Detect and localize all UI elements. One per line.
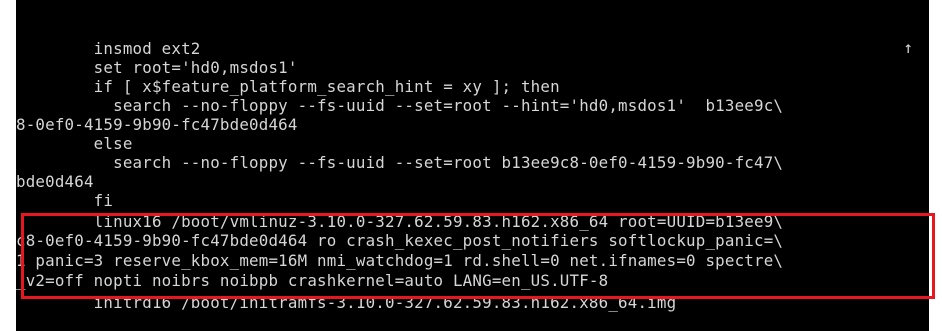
scroll-up-arrow-icon: ↑ (903, 38, 913, 57)
console-line: if [ x$feature_platform_search_hint = xy… (16, 77, 560, 96)
console-line: 8-0ef0-4159-9b90-fc47bde0d464 (16, 115, 298, 134)
screenshot: insmod ext2 set root='hd0,msdos1' if [ x… (0, 0, 942, 331)
console-line-kernel: c8-0ef0-4159-9b90-fc47bde0d464 ro crash_… (16, 231, 784, 250)
console-line: bde0d464 (16, 172, 94, 191)
console-line: fi (16, 191, 114, 210)
console-line: initrd16 /boot/initramfs-3.10.0-327.62.5… (16, 293, 677, 312)
console-line-kernel: _v2=off nopti noibrs noibpb crashkernel=… (16, 271, 609, 290)
console-line: else (16, 134, 133, 153)
grub-edit-console[interactable]: insmod ext2 set root='hd0,msdos1' if [ x… (16, 0, 929, 331)
console-line-kernel: 1 panic=3 reserve_kbox_mem=16M nmi_watch… (16, 251, 784, 270)
console-line: insmod ext2 (16, 39, 201, 58)
console-line: search --no-floppy --fs-uuid --set=root … (16, 96, 784, 115)
console-line-kernel: linux16 /boot/vmlinuz-3.10.0-327.62.59.8… (16, 212, 784, 231)
console-line: search --no-floppy --fs-uuid --set=root … (16, 153, 784, 172)
console-line: set root='hd0,msdos1' (16, 58, 298, 77)
